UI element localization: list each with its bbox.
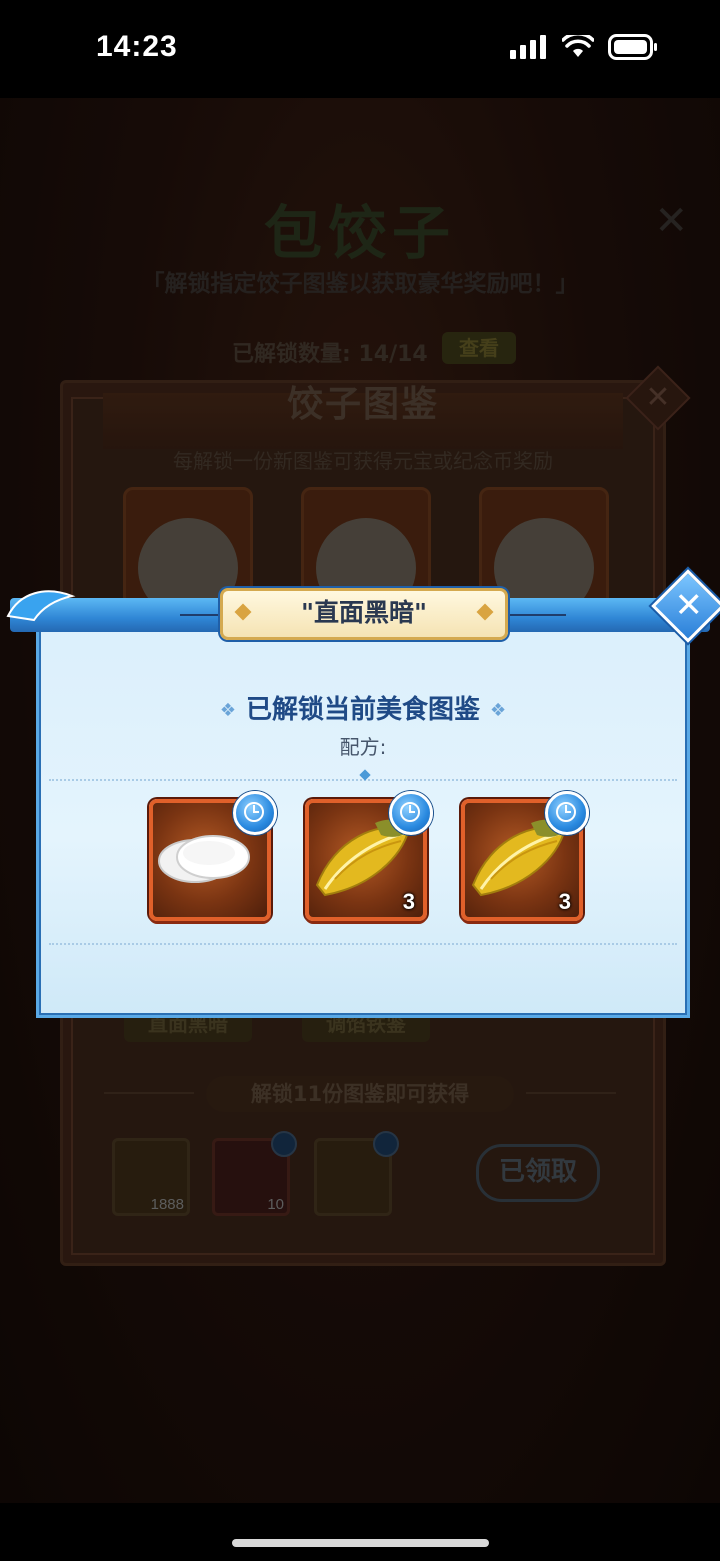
- dialog-heading: ❖ 已解锁当前美食图鉴 ❖: [39, 689, 687, 726]
- status-icons: [510, 34, 658, 60]
- unlock-dialog: ❖ 已解锁当前美食图鉴 ❖ 配方: 3 3 "直面黑暗" ✕: [6, 569, 720, 1018]
- ingredient-qty: 3: [402, 889, 415, 914]
- status-time: 14:23: [96, 30, 178, 63]
- timer-icon: [233, 791, 277, 835]
- ingredient-qty: 3: [558, 889, 571, 914]
- close-icon: ✕: [674, 585, 703, 626]
- signal-icon: [510, 35, 546, 59]
- diamond-icon: ❖: [490, 700, 507, 721]
- recipe-label: 配方:: [339, 735, 387, 759]
- dialog-heading-text: 已解锁当前美食图鉴: [245, 695, 480, 725]
- wing-decoration-icon: [6, 590, 76, 622]
- timer-icon: [389, 791, 433, 835]
- dialog-title: "直面黑暗": [300, 598, 428, 627]
- game-scene: 包饺子 「解锁指定饺子图鉴以获取豪华奖励吧！」 ✕ 已解锁数量: 14/14 查…: [0, 98, 720, 1503]
- home-indicator[interactable]: [232, 1539, 489, 1547]
- battery-icon: [608, 34, 657, 60]
- ingredient-slot[interactable]: 3: [461, 791, 589, 921]
- bottom-safe-area: [0, 1503, 720, 1561]
- timer-icon: [545, 791, 589, 835]
- ingredient-slot[interactable]: 3: [305, 791, 433, 921]
- header-line-right: [510, 614, 566, 616]
- dialog-title-tab: "直面黑暗": [220, 588, 508, 640]
- divider: [49, 943, 677, 945]
- diamond-icon: ❖: [219, 700, 236, 721]
- wifi-icon: [562, 35, 594, 57]
- dialog-body: ❖ 已解锁当前美食图鉴 ❖ 配方: 3 3: [36, 618, 690, 1018]
- status-bar: 14:23: [0, 0, 720, 98]
- ingredient-slot[interactable]: [149, 791, 277, 921]
